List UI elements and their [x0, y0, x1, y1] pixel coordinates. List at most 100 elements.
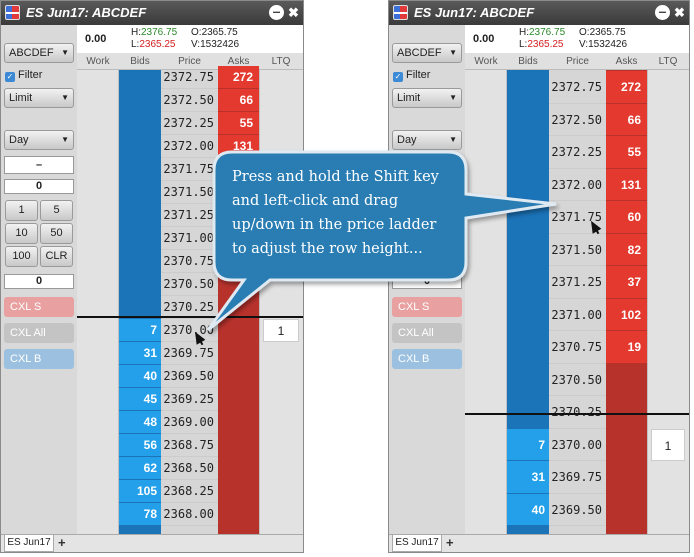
ask-size-cell: 131 [606, 168, 647, 200]
cancel-buys-button[interactable]: CXL B [4, 349, 74, 369]
price-cell: 2371.75 [161, 158, 218, 181]
high-label: H: [519, 27, 529, 38]
column-header-bids[interactable]: Bids [507, 56, 549, 67]
cancel-all-button[interactable]: CXL All [4, 323, 74, 343]
add-tab-icon[interactable]: + [446, 535, 454, 551]
tab-bar: ES Jun17 + [1, 534, 303, 552]
price-cell: 2372.00 [161, 135, 218, 158]
price-field[interactable]: – [4, 156, 74, 174]
price-cell: 2371.50 [161, 181, 218, 204]
order-panel: ABCDEF ▼ ✓ Filter Limit ▼ Day ▼ – 0 1 5 10 5… [1, 39, 77, 534]
cancel-sells-button[interactable]: CXL S [392, 297, 462, 317]
quantity-field[interactable]: 0 [4, 179, 74, 194]
bid-size-cell: 7 [119, 319, 161, 341]
volume-label: V: [579, 39, 589, 50]
column-header-work[interactable]: Work [77, 56, 119, 67]
tab-es-jun17[interactable]: ES Jun17 [4, 535, 54, 552]
dom-window-left: ES Jun17: ABCDEF – ✖ 0.00 H:2376.75 L:23… [0, 0, 304, 553]
bid-size-cell: 40 [507, 493, 549, 525]
last-price: 0.00 [473, 33, 495, 45]
price-cell: 2371.00 [161, 227, 218, 250]
price-cell: 2368.25 [161, 480, 218, 503]
column-header-bids[interactable]: Bids [119, 56, 161, 67]
order-panel: ABCDEF ▼ ✓ Filter Limit ▼ Day ▼ – 0 1 5 10 5… [389, 39, 465, 534]
open-volume: O:2365.75 V:1532426 [579, 27, 627, 51]
cancel-buys-button[interactable]: CXL B [392, 349, 462, 369]
minimize-icon[interactable]: – [655, 4, 670, 20]
open-label: O: [191, 27, 202, 38]
price-cell: 2371.25 [161, 204, 218, 227]
qty-button-5[interactable]: 5 [40, 200, 73, 221]
tif-select[interactable]: Day ▼ [4, 130, 74, 150]
column-header-price[interactable]: Price [549, 56, 606, 67]
tif-value: Day [397, 134, 417, 146]
low-value: 2365.25 [527, 39, 564, 50]
close-icon[interactable]: ✖ [286, 5, 301, 20]
qty-button-100[interactable]: 100 [5, 246, 38, 267]
column-header-work[interactable]: Work [465, 56, 507, 67]
chevron-down-icon: ▼ [61, 93, 69, 102]
qty-button-10[interactable]: 10 [5, 223, 38, 244]
price-ladder[interactable]: Work Bids Price Asks LTQ 2372.75 272 2372.50 66 2… [465, 53, 689, 534]
ask-size-cell: 60 [606, 201, 647, 233]
filter-checkbox[interactable]: ✓ Filter [393, 69, 430, 82]
price-ladder[interactable]: Work Bids Price Asks LTQ 2372.75 272 2372.50 66 2… [77, 53, 303, 534]
chevron-down-icon: ▼ [449, 48, 457, 57]
quantity-total-field[interactable]: 0 [392, 274, 462, 289]
cancel-sells-button[interactable]: CXL S [4, 297, 74, 317]
add-tab-icon[interactable]: + [58, 535, 66, 551]
title-bar[interactable]: ES Jun17: ABCDEF – ✖ [1, 1, 303, 25]
column-header-asks[interactable]: Asks [606, 56, 647, 67]
filter-label: Filter [406, 69, 431, 81]
bid-size-cell: 48 [119, 411, 161, 433]
account-value: ABCDEF [9, 47, 54, 59]
high-low: H:2376.75 L:2365.25 [131, 27, 177, 51]
chevron-down-icon: ▼ [61, 135, 69, 144]
price-cell: 2371.00 [549, 299, 606, 331]
chevron-down-icon: ▼ [449, 93, 457, 102]
column-header-ltq[interactable]: LTQ [259, 56, 303, 67]
chevron-down-icon: ▼ [61, 48, 69, 57]
price-cell: 2372.00 [549, 169, 606, 201]
high-label: H: [131, 27, 141, 38]
ask-size-cell: 131 [218, 135, 259, 157]
quote-bar: 0.00 H:2376.75 L:2365.25 O:2365.75 V:153… [465, 25, 689, 53]
ask-size-cell: 55 [218, 112, 259, 134]
order-type-select[interactable]: Limit ▼ [392, 88, 462, 108]
tab-es-jun17[interactable]: ES Jun17 [392, 535, 442, 552]
tif-select[interactable]: Day ▼ [392, 130, 462, 150]
price-cell: 2371.50 [549, 234, 606, 266]
open-volume: O:2365.75 V:1532426 [191, 27, 239, 51]
qty-button-1[interactable]: 1 [5, 200, 38, 221]
column-header-ltq[interactable]: LTQ [647, 56, 689, 67]
close-icon[interactable]: ✖ [672, 5, 687, 20]
bid-size-cell: 56 [119, 434, 161, 456]
low-value: 2365.25 [139, 39, 176, 50]
quantity-total-field[interactable]: 0 [4, 274, 74, 289]
price-cell: 2372.75 [549, 71, 606, 104]
price-cell: 2369.50 [549, 494, 606, 526]
bid-size-cell: 62 [119, 457, 161, 479]
account-select[interactable]: ABCDEF ▼ [392, 43, 462, 63]
order-type-select[interactable]: Limit ▼ [4, 88, 74, 108]
price-cell: 2369.25 [161, 388, 218, 411]
inside-market-line [77, 315, 303, 318]
minimize-icon[interactable]: – [269, 4, 284, 20]
checkbox-checked-icon: ✓ [393, 72, 403, 82]
ask-size-cell: 19 [606, 331, 647, 363]
title-bar[interactable]: ES Jun17: ABCDEF – ✖ [389, 1, 689, 25]
price-cell: 2371.25 [549, 266, 606, 299]
filter-checkbox[interactable]: ✓ Filter [5, 69, 42, 82]
cancel-all-button[interactable]: CXL All [392, 323, 462, 343]
price-cell: 2369.75 [549, 461, 606, 494]
volume-label: V: [191, 39, 201, 50]
account-select[interactable]: ABCDEF ▼ [4, 43, 74, 63]
price-cell: 2372.25 [549, 136, 606, 169]
bid-size-cell: 78 [119, 503, 161, 525]
price-cell: 2369.50 [161, 365, 218, 388]
qty-clear-button[interactable]: CLR [40, 246, 73, 267]
qty-button-50[interactable]: 50 [40, 223, 73, 244]
open-value: 2365.75 [589, 27, 626, 38]
price-cell: 2372.50 [549, 104, 606, 136]
high-value: 2376.75 [529, 27, 566, 38]
